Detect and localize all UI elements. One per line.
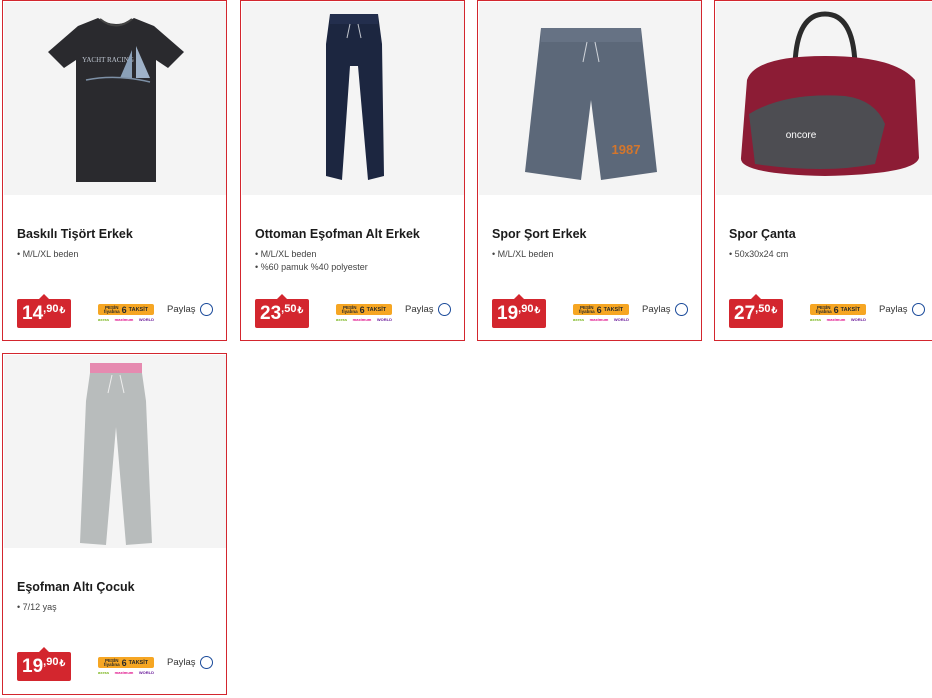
product-title[interactable]: Spor Çanta <box>729 227 796 241</box>
product-image[interactable] <box>4 355 226 548</box>
currency-symbol: ₺ <box>59 658 66 668</box>
installment-badge: PEŞİN fiyatına 6 TAKSİT axess maximum WOR… <box>573 304 629 322</box>
product-title[interactable]: Eşofman Altı Çocuk <box>17 580 135 594</box>
price-badge: 19 ,90 ₺ <box>17 647 72 681</box>
sports-bag-image: oncore <box>740 10 919 176</box>
print-text: YACHT RACING <box>82 56 134 64</box>
share-label: Paylaş <box>167 657 196 668</box>
product-grid: YACHT RACING Baskılı Tişört Erkek M/L/XL… <box>0 0 932 698</box>
installment-badge: PEŞİN fiyatına 6 TAKSİT axess maximum WOR… <box>98 304 154 322</box>
price-cents: ,90 <box>518 303 534 315</box>
feature-item: M/L/XL beden <box>17 248 79 261</box>
product-image[interactable] <box>242 2 464 195</box>
product-features: M/L/XL beden %60 pamuk %40 polyester <box>255 248 368 274</box>
share-button[interactable]: Paylaş <box>642 303 688 316</box>
product-image[interactable]: YACHT RACING <box>4 2 226 195</box>
product-features: 7/12 yaş <box>17 601 57 614</box>
price-cents: ,90 <box>43 656 59 668</box>
share-label: Paylaş <box>879 304 908 315</box>
price-badge: 19 ,90 ₺ <box>492 294 547 328</box>
share-button[interactable]: Paylaş <box>167 656 213 669</box>
product-card[interactable]: Ottoman Eşofman Alt Erkek M/L/XL beden %… <box>240 0 465 341</box>
price-main: 19 <box>497 303 519 324</box>
product-card[interactable]: Eşofman Altı Çocuk 7/12 yaş 19 ,90 ₺ PEŞ… <box>2 353 227 695</box>
price-main: 23 <box>260 303 282 324</box>
feature-item: 50x30x24 cm <box>729 248 789 261</box>
product-features: 50x30x24 cm <box>729 248 789 261</box>
price-main: 19 <box>22 656 44 677</box>
share-label: Paylaş <box>642 304 671 315</box>
share-label: Paylaş <box>167 304 196 315</box>
price-badge: 23 ,50 ₺ <box>255 294 310 328</box>
price-badge: 14 ,90 ₺ <box>17 294 72 328</box>
kids-sweatpants-image <box>79 362 152 545</box>
product-card[interactable]: 1987 Spor Şort Erkek M/L/XL beden 19 ,90… <box>477 0 702 341</box>
tshirt-image: YACHT RACING <box>47 17 184 182</box>
share-circle-icon[interactable] <box>437 303 451 316</box>
product-image[interactable]: 1987 <box>479 2 701 195</box>
share-circle-icon[interactable] <box>674 303 688 316</box>
product-card[interactable]: YACHT RACING Baskılı Tişört Erkek M/L/XL… <box>2 0 227 341</box>
installment-badge: PEŞİN fiyatına 6 TAKSİT axess maximum WOR… <box>810 304 866 322</box>
product-features: M/L/XL beden <box>492 248 554 261</box>
feature-item: %60 pamuk %40 polyester <box>255 261 368 274</box>
price-cents: ,50 <box>281 303 297 315</box>
price-main: 14 <box>22 303 44 324</box>
currency-symbol: ₺ <box>59 305 66 315</box>
currency-symbol: ₺ <box>534 305 541 315</box>
currency-symbol: ₺ <box>771 305 778 315</box>
feature-item: 7/12 yaş <box>17 601 57 614</box>
share-circle-icon[interactable] <box>199 303 213 316</box>
price-cents: ,50 <box>755 303 771 315</box>
installment-badge: PEŞİN fiyatına 6 TAKSİT axess maximum WOR… <box>336 304 392 322</box>
price-badge: 27 ,50 ₺ <box>729 294 784 328</box>
share-button[interactable]: Paylaş <box>879 303 925 316</box>
product-title[interactable]: Baskılı Tişört Erkek <box>17 227 133 241</box>
share-button[interactable]: Paylaş <box>405 303 451 316</box>
price-cents: ,90 <box>43 303 59 315</box>
brand-logo-text: oncore <box>785 130 816 141</box>
price-main: 27 <box>734 303 756 324</box>
print-text: 1987 <box>611 142 640 157</box>
share-button[interactable]: Paylaş <box>167 303 213 316</box>
share-label: Paylaş <box>405 304 434 315</box>
product-features: M/L/XL beden <box>17 248 79 261</box>
installment-badge: PEŞİN fiyatına 6 TAKSİT axess maximum WOR… <box>98 657 154 675</box>
product-image[interactable]: oncore <box>716 2 932 195</box>
currency-symbol: ₺ <box>297 305 304 315</box>
feature-item: M/L/XL beden <box>255 248 368 261</box>
product-card[interactable]: oncore Spor Çanta 50x30x24 cm 27 ,50 ₺ P… <box>714 0 932 341</box>
product-title[interactable]: Spor Şort Erkek <box>492 227 586 241</box>
product-title[interactable]: Ottoman Eşofman Alt Erkek <box>255 227 420 241</box>
shorts-image: 1987 <box>524 27 657 180</box>
feature-item: M/L/XL beden <box>492 248 554 261</box>
sweatpants-image <box>325 13 384 180</box>
share-circle-icon[interactable] <box>199 656 213 669</box>
share-circle-icon[interactable] <box>911 303 925 316</box>
